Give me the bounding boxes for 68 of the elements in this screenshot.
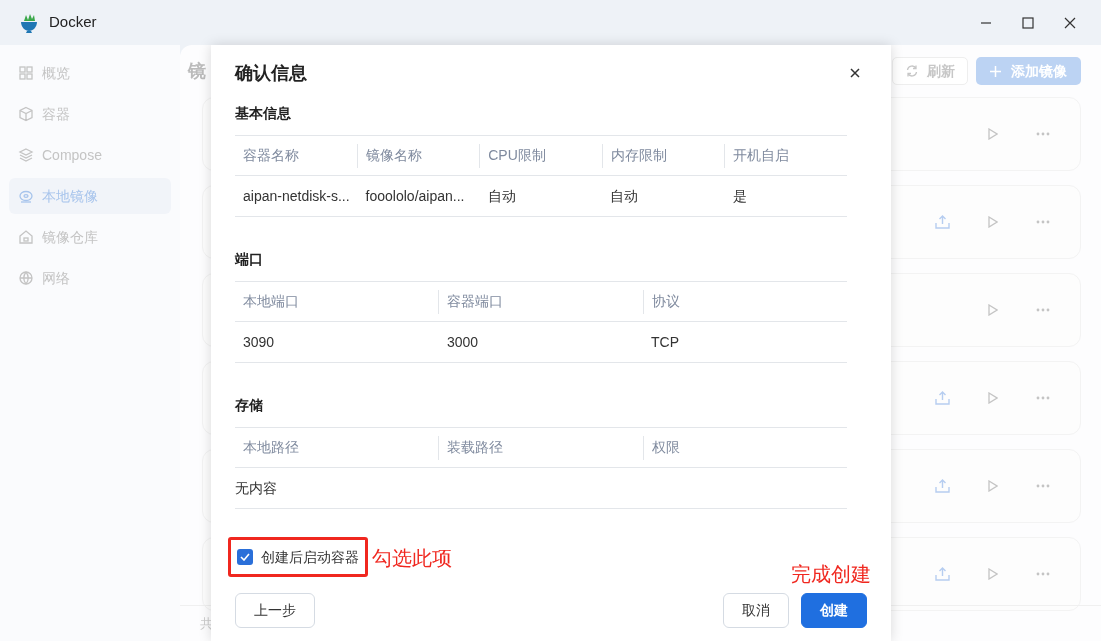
annotation-text: 勾选此项 (372, 546, 452, 571)
column-header: 镜像名称 (365, 146, 422, 165)
house-icon (18, 229, 34, 245)
globe-icon (18, 270, 34, 286)
play-icon[interactable] (988, 304, 998, 316)
play-icon[interactable] (988, 216, 998, 228)
sidebar-item[interactable]: 本地镜像 (9, 178, 171, 214)
layers-icon (18, 147, 34, 163)
more-icon[interactable] (1036, 572, 1050, 576)
more-icon[interactable] (1036, 132, 1050, 136)
column-header: 装载路径 (447, 438, 504, 457)
upload-icon[interactable] (935, 567, 950, 581)
dialog-title: 确认信息 (235, 61, 307, 85)
sidebar-item[interactable]: 概览 (9, 55, 171, 91)
column-header: 内存限制 (610, 146, 667, 165)
back-button[interactable]: 上一步 (235, 593, 315, 628)
table-cell: fooololo/aipan... (365, 188, 465, 204)
play-icon[interactable] (988, 480, 998, 492)
refresh-icon (905, 64, 919, 78)
column-header: 协议 (651, 292, 680, 311)
sidebar-item[interactable]: 网络 (9, 260, 171, 296)
create-button[interactable]: 创建 (801, 593, 867, 628)
column-header: 容器名称 (243, 146, 299, 165)
window-title: Docker (49, 12, 97, 33)
column-header: 本地端口 (243, 292, 299, 311)
table-cell: aipan-netdisk-s... (243, 188, 350, 204)
section-title: 端口 (235, 250, 264, 269)
column-header: 开机自启 (733, 146, 790, 165)
checkmark-icon (240, 553, 250, 561)
table-cell: 3000 (447, 334, 479, 350)
more-icon[interactable] (1036, 484, 1050, 488)
close-icon[interactable] (1063, 15, 1077, 30)
table-cell: TCP (651, 334, 679, 350)
checkbox[interactable] (237, 549, 253, 565)
column-header: 容器端口 (447, 292, 504, 311)
close-icon[interactable] (849, 67, 861, 79)
play-icon[interactable] (988, 392, 998, 404)
plus-icon (990, 65, 1001, 77)
cancel-button[interactable]: 取消 (723, 593, 789, 628)
play-icon[interactable] (988, 568, 998, 580)
table-cell: 3090 (243, 334, 275, 350)
section-title: 存储 (235, 396, 264, 415)
upload-icon[interactable] (935, 479, 950, 493)
grid-icon (18, 65, 34, 81)
checkbox-label: 创建后启动容器 (261, 547, 359, 567)
sidebar-item[interactable]: Compose (9, 137, 171, 173)
sidebar-item[interactable]: 镜像仓库 (9, 219, 171, 255)
more-icon[interactable] (1036, 308, 1050, 312)
upload-icon[interactable] (935, 391, 950, 405)
play-icon[interactable] (988, 128, 998, 140)
table-cell: 自动 (487, 188, 516, 204)
page-heading: 镜 (188, 59, 206, 83)
section-title: 基本信息 (235, 104, 292, 123)
maximize-icon[interactable] (1021, 15, 1035, 30)
more-icon[interactable] (1036, 396, 1050, 400)
refresh-button[interactable]: 刷新 (892, 57, 968, 85)
empty-text: 无内容 (235, 478, 277, 498)
annotation-text: 完成创建 (791, 562, 871, 587)
column-header: 本地路径 (243, 438, 299, 457)
table-cell: 自动 (610, 188, 639, 204)
column-header: 权限 (651, 438, 680, 457)
column-header: CPU限制 (488, 146, 546, 165)
cube-icon (18, 106, 34, 122)
disc-icon (18, 188, 34, 204)
add-image-button[interactable]: 添加镜像 (976, 57, 1081, 85)
table-cell: 是 (732, 188, 747, 204)
upload-icon[interactable] (935, 215, 950, 229)
more-icon[interactable] (1036, 220, 1050, 224)
